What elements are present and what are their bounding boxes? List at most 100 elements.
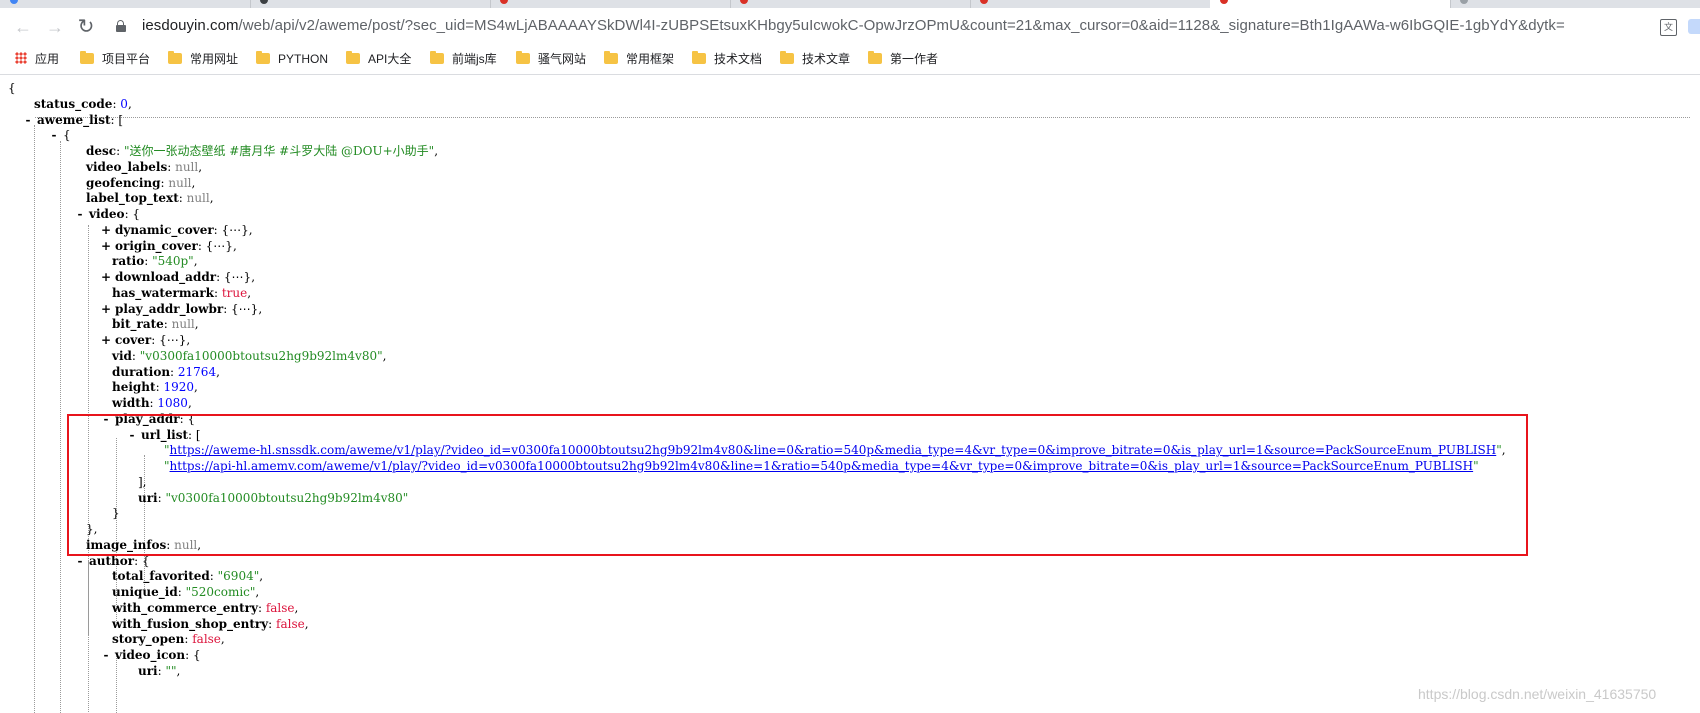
browser-tab[interactable] bbox=[250, 0, 491, 8]
browser-tab[interactable] bbox=[730, 0, 971, 8]
json-bracket: { bbox=[63, 128, 71, 143]
json-value: "送你一张动态壁纸 #唐月华 #斗罗大陆 @DOU+小助手" bbox=[123, 144, 435, 158]
json-key: video_labels bbox=[86, 159, 168, 174]
folder-icon bbox=[256, 51, 270, 64]
bookmark-label: 常用网址 bbox=[190, 52, 239, 66]
json-line: with_commerce_entry: false, bbox=[112, 600, 299, 615]
json-key: with_commerce_entry bbox=[112, 600, 258, 615]
json-value: "6904" bbox=[217, 569, 260, 584]
json-line: - video_icon: { bbox=[101, 647, 201, 663]
json-line: vid: "v0300fa10000btoutsu2hg9b92lm4v80", bbox=[112, 348, 387, 363]
browser-tab[interactable] bbox=[970, 0, 1211, 8]
url-host: iesdouyin.com bbox=[142, 17, 239, 34]
bookmark-folder[interactable]: 骚气网站 bbox=[516, 51, 586, 67]
json-line: video_labels: null, bbox=[86, 159, 203, 174]
collapse-toggle[interactable]: - bbox=[49, 127, 59, 143]
json-bracket: { bbox=[193, 648, 201, 662]
json-key: has_watermark bbox=[112, 285, 214, 300]
json-key: download_addr bbox=[115, 270, 217, 284]
folder-icon bbox=[516, 51, 530, 64]
json-value: 1080 bbox=[157, 396, 188, 410]
json-viewer: {status_code: 0, - aweme_list: [-{desc: "送… bbox=[0, 75, 1700, 713]
expand-toggle[interactable]: + bbox=[101, 269, 111, 285]
json-line: { bbox=[8, 80, 16, 96]
url-text[interactable]: iesdouyin.com/web/api/v2/aweme/post/?sec… bbox=[142, 17, 1565, 34]
json-line: has_watermark: true, bbox=[112, 285, 252, 300]
collapse-toggle[interactable]: - bbox=[23, 112, 33, 128]
expand-toggle[interactable]: + bbox=[101, 222, 111, 238]
json-key: bit_rate bbox=[112, 317, 164, 332]
bookmark-folder[interactable]: PYTHON bbox=[256, 51, 328, 67]
forward-arrow-icon[interactable]: → bbox=[44, 16, 66, 38]
bookmark-apps[interactable]: 应用 bbox=[15, 51, 59, 67]
browser-tab-active[interactable] bbox=[1210, 0, 1451, 8]
reload-icon[interactable]: ↻ bbox=[75, 16, 97, 38]
json-line: height: 1920, bbox=[112, 380, 198, 395]
json-key: story_open bbox=[112, 632, 185, 647]
folder-icon bbox=[692, 51, 706, 64]
highlight-box bbox=[67, 414, 1528, 556]
json-bracket: { bbox=[132, 207, 141, 221]
browser-tab[interactable] bbox=[0, 0, 251, 8]
json-line: unique_id: "520comic", bbox=[112, 585, 260, 599]
json-line: status_code: 0, bbox=[34, 96, 132, 111]
json-line: bit_rate: null, bbox=[112, 317, 199, 332]
json-bracket[interactable]: {⋯}, bbox=[206, 239, 237, 253]
translate-icon[interactable]: 文 bbox=[1660, 19, 1677, 36]
json-line: + download_addr: {⋯}, bbox=[101, 269, 256, 285]
expand-toggle[interactable]: + bbox=[101, 301, 111, 317]
folder-icon bbox=[868, 51, 882, 64]
json-line: story_open: false, bbox=[112, 632, 225, 647]
bookmark-label: 技术文章 bbox=[802, 52, 851, 66]
json-bracket[interactable]: {⋯}, bbox=[222, 223, 253, 237]
tree-guide bbox=[60, 141, 61, 713]
json-key: with_fusion_shop_entry bbox=[112, 616, 269, 631]
json-line: label_top_text: null, bbox=[86, 191, 214, 206]
bookmark-folder[interactable]: API大全 bbox=[346, 51, 411, 67]
bookmark-folder[interactable]: 常用框架 bbox=[604, 51, 674, 67]
json-line: desc: "送你一张动态壁纸 #唐月华 #斗罗大陆 @DOU+小助手", bbox=[86, 144, 439, 158]
json-value: true bbox=[221, 285, 248, 300]
bookmark-label: API大全 bbox=[368, 52, 412, 66]
json-punct: { bbox=[8, 81, 16, 95]
address-bar[interactable]: iesdouyin.com/web/api/v2/aweme/post/?sec… bbox=[100, 12, 1690, 40]
bookmark-folder[interactable]: 常用网址 bbox=[168, 51, 238, 67]
json-bracket[interactable]: {⋯}, bbox=[231, 302, 262, 316]
json-line: with_fusion_shop_entry: false, bbox=[112, 616, 309, 631]
browser-tab[interactable] bbox=[1450, 0, 1700, 8]
lock-icon bbox=[116, 20, 126, 32]
bookmark-folder[interactable]: 技术文章 bbox=[780, 51, 850, 67]
json-key: geofencing bbox=[86, 175, 161, 190]
json-value: "" bbox=[165, 663, 177, 678]
collapse-toggle[interactable]: - bbox=[101, 647, 111, 663]
expand-toggle[interactable]: + bbox=[101, 238, 111, 254]
bookmark-label: 应用 bbox=[35, 52, 60, 66]
collapse-toggle[interactable]: - bbox=[75, 206, 85, 222]
json-key: ratio bbox=[112, 254, 145, 269]
json-line: + play_addr_lowbr: {⋯}, bbox=[101, 301, 263, 317]
bookmarks-bar: 应用 项目平台 常用网址 PYTHON API大全 前端js库 骚气网站 常用框… bbox=[0, 44, 1700, 75]
json-key: duration bbox=[112, 364, 171, 379]
profile-icon[interactable] bbox=[1688, 19, 1700, 34]
folder-icon bbox=[430, 51, 444, 64]
json-line: -{ bbox=[49, 127, 71, 143]
json-key: video_icon bbox=[115, 648, 186, 662]
json-bracket[interactable]: {⋯}, bbox=[224, 270, 255, 284]
back-arrow-icon[interactable]: ← bbox=[12, 16, 34, 38]
json-line: width: 1080, bbox=[112, 396, 192, 410]
json-bracket[interactable]: {⋯}, bbox=[159, 333, 190, 347]
bookmark-label: PYTHON bbox=[278, 52, 329, 66]
browser-tab[interactable] bbox=[490, 0, 731, 8]
bookmark-folder[interactable]: 技术文档 bbox=[692, 51, 762, 67]
json-value: false bbox=[265, 600, 295, 615]
bookmark-folder[interactable]: 前端js库 bbox=[430, 51, 497, 67]
bookmark-folder[interactable]: 第一作者 bbox=[868, 51, 938, 67]
json-key: width bbox=[112, 396, 150, 410]
json-line: duration: 21764, bbox=[112, 364, 220, 379]
tree-guide bbox=[34, 125, 35, 713]
expand-toggle[interactable]: + bbox=[101, 332, 111, 348]
bookmark-folder[interactable]: 项目平台 bbox=[80, 51, 150, 67]
bookmark-label: 前端js库 bbox=[452, 52, 497, 66]
json-line: + dynamic_cover: {⋯}, bbox=[101, 222, 253, 238]
json-key: vid bbox=[112, 348, 132, 363]
